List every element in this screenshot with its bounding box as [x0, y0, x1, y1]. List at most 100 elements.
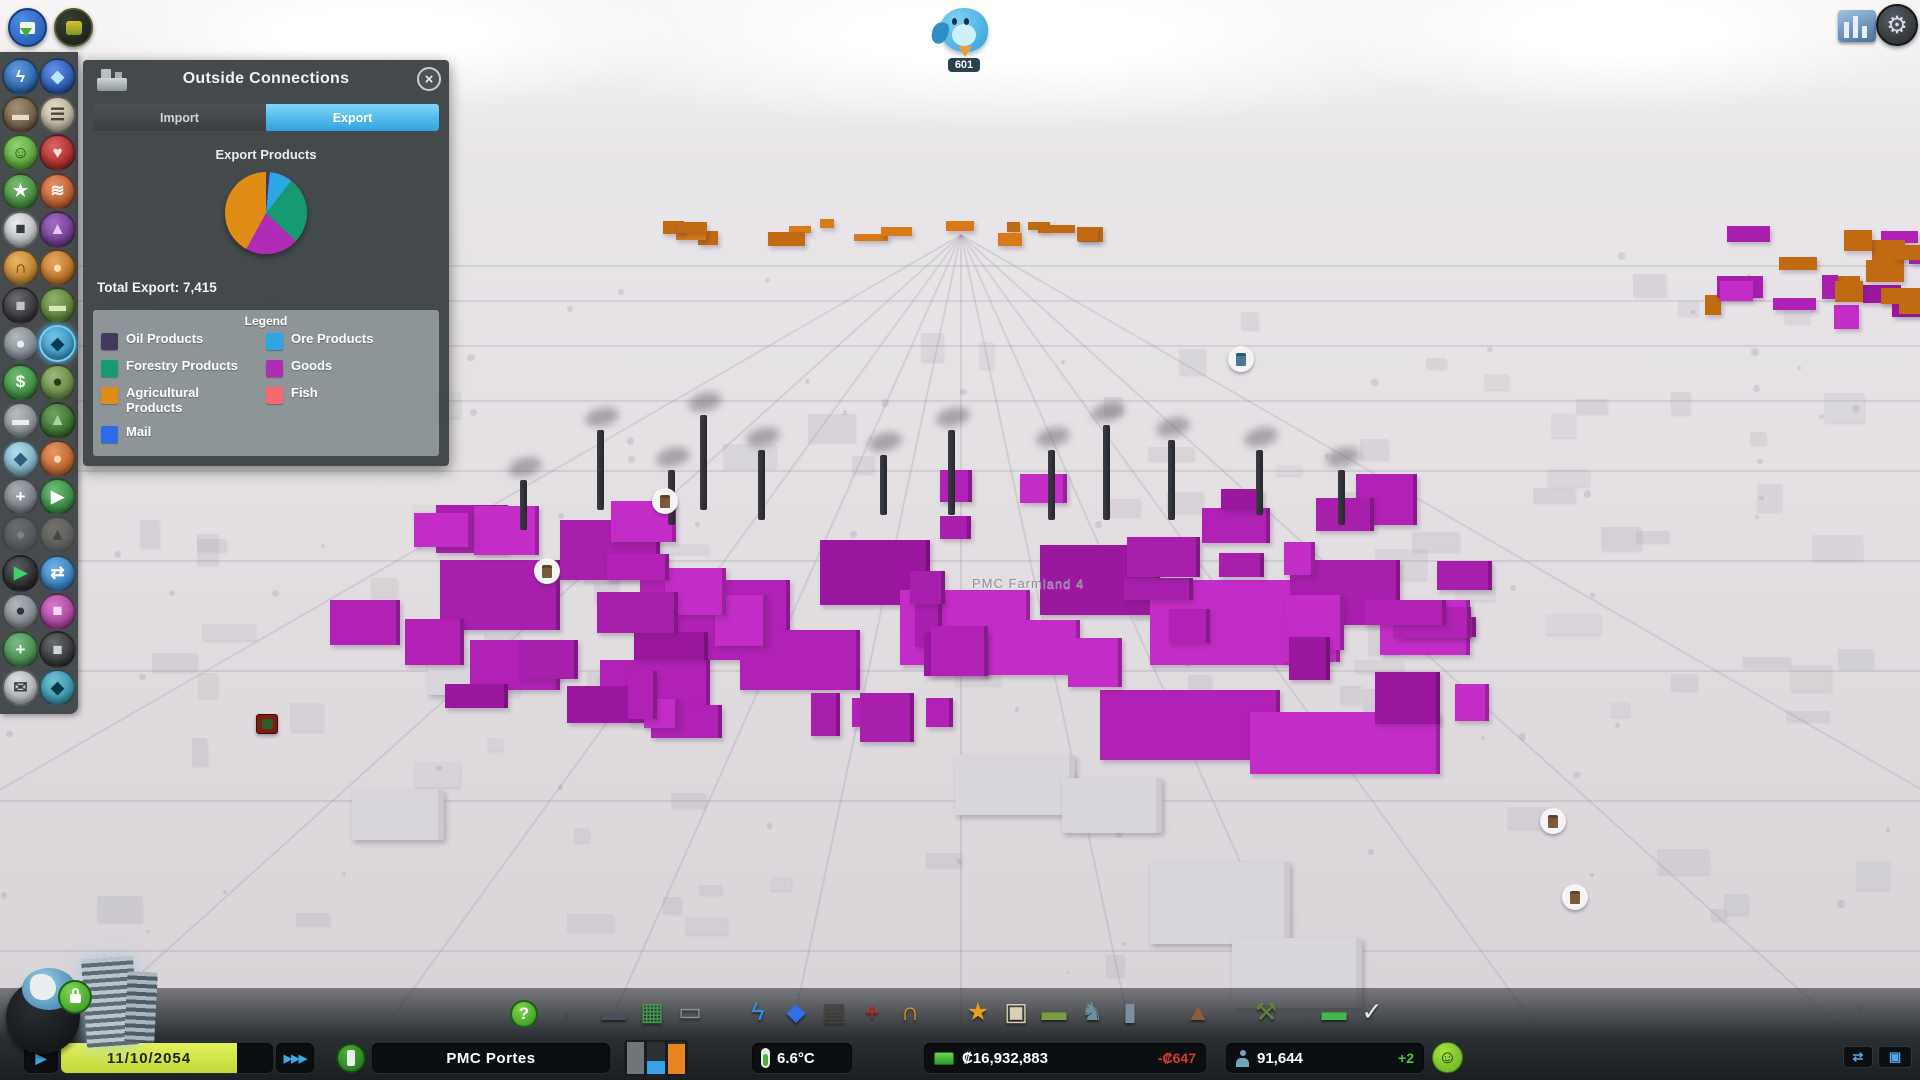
garbage-alert-icon[interactable]	[1562, 884, 1588, 910]
landscaping-menu-button[interactable]: ⚒	[1247, 993, 1285, 1031]
fast-forward-button[interactable]: ▶▶▶	[276, 1043, 314, 1073]
happiness-indicator[interactable]: ☺	[1432, 1042, 1463, 1073]
healthcare-menu-button[interactable]: +	[853, 993, 891, 1031]
infoview-water-icon[interactable]: ◆	[39, 58, 76, 95]
infoview-health-icon[interactable]: ♥	[39, 134, 76, 171]
garbage-alert-icon[interactable]	[652, 488, 678, 514]
fire-department-menu-button[interactable]: ∩	[891, 993, 929, 1031]
districts-menu-button[interactable]: ▭	[671, 993, 709, 1031]
traffic-light-toggle-button[interactable]	[336, 1043, 366, 1073]
income-label: -₡647	[1158, 1050, 1196, 1066]
water-sewage-menu-button[interactable]: ◆	[777, 993, 815, 1031]
game-screen: PMC Farmland 4 601 ⚙ ϟ◆▬☰☺♥★≋■▲∩●■▬●◆$●▬…	[0, 0, 1920, 1080]
mod-tool-button[interactable]	[54, 8, 93, 47]
infoview-traffic-icon[interactable]: ■	[2, 211, 39, 248]
parks-plazas-menu-button[interactable]: ♞	[1073, 993, 1111, 1031]
service-alert-icon[interactable]	[1228, 346, 1254, 372]
infoview-venues-icon[interactable]: ■	[39, 593, 76, 630]
education-menu-button[interactable]: ▣	[997, 993, 1035, 1031]
garbage-menu-button[interactable]: ▤	[815, 993, 853, 1031]
legend-label: Mail	[126, 425, 151, 440]
infoview-wind-icon[interactable]: ≋	[39, 173, 76, 210]
infoview-population-icon[interactable]: ●	[2, 325, 39, 362]
temperature-label: 6.6°C	[777, 1050, 815, 1067]
outside-connections-panel: Outside Connections × ImportExport Expor…	[83, 60, 449, 466]
options-gear-button[interactable]: ⚙	[1876, 4, 1918, 46]
infoview-industry-icon[interactable]: ■	[39, 631, 76, 668]
infoview-crime-icon[interactable]: ■	[2, 287, 39, 324]
legend-title: Legend	[101, 314, 431, 328]
economy-menu-button[interactable]: ▬	[1315, 993, 1353, 1031]
garbage-alert-icon[interactable]	[534, 558, 560, 584]
unlock-badge-icon[interactable]	[58, 980, 92, 1014]
police-menu-button[interactable]: ★	[959, 993, 997, 1031]
play-pause-button[interactable]: ▶	[24, 1043, 58, 1073]
infoview-park-maintenance-icon[interactable]: +	[2, 631, 39, 668]
advisor-help-button[interactable]: ?	[510, 1000, 538, 1028]
chirper-eye	[964, 18, 969, 25]
infoview-outside-connections-icon[interactable]: ◆	[39, 325, 76, 362]
population-change-label: +2	[1398, 1050, 1414, 1066]
traffic-light-icon	[347, 1050, 355, 1066]
garbage-alert-icon[interactable]	[1540, 808, 1566, 834]
population-field[interactable]: 91,644 +2	[1226, 1043, 1424, 1073]
unique-buildings-menu-button[interactable]: ▮	[1111, 993, 1149, 1031]
infoview-noise-pollution-icon[interactable]: ∩	[2, 249, 39, 286]
policies-menu-button[interactable]: ✓	[1353, 993, 1391, 1031]
city-name-plate[interactable]: PMC Portes	[372, 1043, 610, 1073]
chirper-eye	[952, 18, 957, 25]
public-transport-menu-button[interactable]: ▬	[1035, 993, 1073, 1031]
budget-field[interactable]: ₡16,932,883 -₡647	[924, 1043, 1206, 1073]
infoview-wildlife-icon[interactable]: ▲	[39, 516, 76, 553]
tab-import[interactable]: Import	[93, 104, 266, 131]
infoview-building-levels-icon[interactable]: ★	[2, 173, 39, 210]
legend-item-forestry-products: Forestry Products	[101, 359, 266, 377]
rci-demand-meter[interactable]	[624, 1040, 688, 1076]
infoview-traffic-routes-icon[interactable]: ▶	[2, 555, 39, 592]
infoview-camera-icon[interactable]: ●	[2, 516, 39, 553]
infoview-education-icon[interactable]: ☰	[39, 96, 76, 133]
building-notification-icon[interactable]	[256, 714, 278, 734]
play-icon: ▶	[36, 1050, 47, 1067]
total-export-label: Total Export: 7,415	[97, 280, 449, 295]
infoview-snow-icon[interactable]: ◆	[2, 440, 39, 477]
infoview-post-icon[interactable]: ✉	[2, 669, 39, 706]
close-icon[interactable]: ×	[417, 67, 441, 91]
infoview-underground-icon[interactable]: ⇄	[39, 555, 76, 592]
roads-menu-button[interactable]: ▬	[595, 993, 633, 1031]
infoview-routes-icon[interactable]: ▶	[39, 478, 76, 515]
screenshot-mode-button[interactable]: ▣	[1878, 1046, 1912, 1068]
content-manager-button[interactable]	[1838, 10, 1876, 42]
infoview-forestry-icon[interactable]: ▲	[39, 402, 76, 439]
infoview-happiness-icon[interactable]: ☺	[2, 134, 39, 171]
date-progress[interactable]: 11/10/2054	[61, 1043, 273, 1073]
legend-swatch	[266, 387, 283, 404]
temperature-field[interactable]: 6.6°C	[752, 1043, 852, 1073]
infoview-electricity-icon[interactable]: ϟ	[2, 58, 39, 95]
infoview-pollution-icon[interactable]: ▲	[39, 211, 76, 248]
chirper-button[interactable]: 601	[928, 2, 1006, 82]
money-icon	[934, 1052, 954, 1065]
chirper-beak	[958, 46, 972, 57]
infoview-natural-resources-icon[interactable]: ●	[39, 364, 76, 401]
infoview-terrain-height-icon[interactable]: ▬	[2, 402, 39, 439]
legend-swatch	[101, 426, 118, 443]
infoview-snapshots-icon[interactable]: ●	[2, 593, 39, 630]
snow-mountain	[1300, 0, 1920, 110]
legend-swatch	[101, 360, 118, 377]
infoview-garbage-icon[interactable]: ▬	[2, 96, 39, 133]
infoview-heating-icon[interactable]: ●	[39, 440, 76, 477]
zoning-menu-button[interactable]: ▦	[633, 993, 671, 1031]
infoview-road-maintenance-icon[interactable]: +	[2, 478, 39, 515]
monuments-menu-button[interactable]: ▲	[1179, 993, 1217, 1031]
mod-save-button[interactable]	[8, 8, 47, 47]
infoview-public-transport-icon[interactable]: ▬	[39, 287, 76, 324]
tab-export[interactable]: Export	[266, 104, 439, 131]
legend-item-ore-products: Ore Products	[266, 332, 431, 350]
infoview-fire-safety-icon[interactable]: ●	[39, 249, 76, 286]
toggle-ui-button[interactable]: ⇄	[1843, 1046, 1873, 1068]
infoview-fishing-icon[interactable]: ◆	[39, 669, 76, 706]
infoview-land-value-icon[interactable]: $	[2, 364, 39, 401]
electricity-menu-button[interactable]: ϟ	[739, 993, 777, 1031]
legend-label: Goods	[291, 359, 332, 374]
